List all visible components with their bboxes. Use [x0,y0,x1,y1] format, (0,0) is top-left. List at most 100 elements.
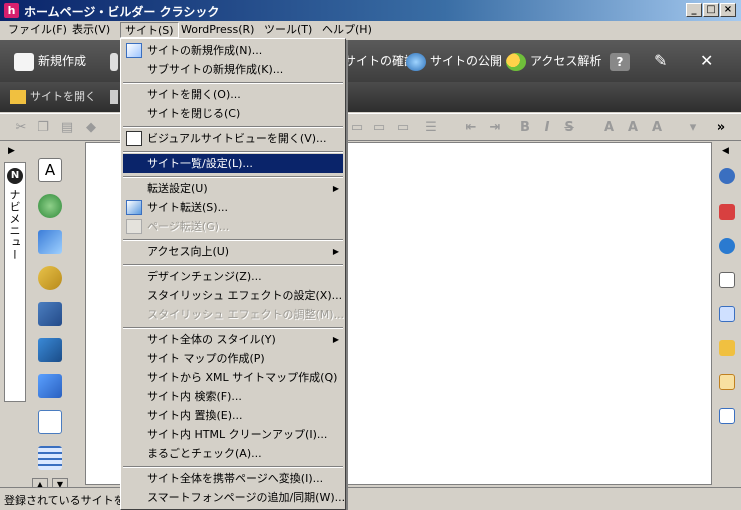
align-center-icon[interactable]: ▭ [372,121,386,135]
menu-item-site-search[interactable]: サイト内 検索(F)... [123,387,343,406]
menu-item-transfer-settings[interactable]: 転送設定(U) ▶ [123,179,343,198]
image-icon[interactable] [38,338,62,362]
settings-button[interactable]: ✎ [654,50,667,72]
open-site-button[interactable]: サイトを開く [10,88,96,106]
menu-item-site-style[interactable]: サイト全体の スタイル(Y) ▶ [123,330,343,349]
menu-item-site-replace[interactable]: サイト内 置換(E)... [123,406,343,425]
font-smaller-icon[interactable]: A [626,121,640,135]
menu-site[interactable]: サイト(S) [120,22,179,38]
align-icon[interactable]: ▭ [350,121,364,135]
close-panel-button[interactable]: ✕ [700,50,713,72]
minimize-button[interactable]: _ [686,3,702,17]
menu-item-smartphone-sync[interactable]: スマートフォンページの追加/同期(W)... [123,488,345,507]
folder-icon[interactable] [719,340,735,356]
globe-icon [406,52,426,71]
help-icon[interactable] [719,168,735,184]
site-publish-button[interactable]: サイトの公開 [406,50,502,72]
italic-button[interactable]: I [540,121,554,135]
menu-item-mobile-convert[interactable]: サイト全体を携帯ページへ変換(I)... [123,469,343,488]
menu-item-site-transfer[interactable]: サイト転送(S)... [123,198,343,217]
font-color-icon[interactable]: A [650,121,664,135]
maximize-button[interactable]: □ [703,3,719,17]
cut-icon[interactable]: ✂ [14,121,28,135]
left-pane: ▶ N ナビメニュー A ▲ ▼ [0,142,85,492]
navi-menu-tab[interactable]: N ナビメニュー [4,162,26,402]
strike-button[interactable]: S [562,121,576,135]
menu-help[interactable]: ヘルプ(H) [318,22,376,38]
font-bigger-icon[interactable]: A [602,121,616,135]
collapse-left-icon[interactable]: ◀ [722,146,729,156]
new-site-icon [126,43,142,58]
menu-item-full-check[interactable]: まるごとチェック(A)... [123,444,343,463]
menu-file[interactable]: ファイル(F) [4,22,71,38]
parts-icon[interactable] [38,374,62,398]
help-icon: ? [610,52,630,71]
transfer-icon [126,200,142,215]
close-button[interactable]: × [720,3,736,17]
link-icon[interactable] [38,266,62,290]
submenu-arrow-icon: ▶ [332,184,339,193]
close-icon: ✕ [700,51,714,70]
text-tool-icon[interactable]: A [38,158,62,182]
sub-icon-button[interactable] [110,88,118,106]
menu-item-close-site[interactable]: サイトを閉じる(C) [123,104,343,123]
format-toolbar: ✂ ❐ ▤ ◆ ▭ ▭ ▭ ☰ ⇤ ⇥ B I S A A A ▾ » [0,113,741,141]
bold-button[interactable]: B [518,121,532,135]
menu-bar: ファイル(F) 表示(V) サイト(S) WordPress(R) ツール(T)… [0,21,741,39]
menu-item-new-subsite[interactable]: サブサイトの新規作成(K)... [123,60,343,79]
indent-icon[interactable]: ⇤ [464,121,478,135]
menu-item-new-site[interactable]: サイトの新規作成(N)... [123,41,343,60]
menu-separator [123,239,343,241]
menu-separator [123,151,343,153]
collapse-arrow-icon[interactable]: ▶ [8,146,15,156]
script-icon[interactable] [719,374,735,390]
menu-separator [123,327,343,329]
title-bar: h ホームページ・ビルダー クラシック _ □ × [0,0,741,21]
list-icon[interactable]: ☰ [424,121,438,135]
menu-item-html-cleanup[interactable]: サイト内 HTML クリーンアップ(I)... [123,425,343,444]
copy-icon[interactable]: ❐ [36,121,50,135]
menu-view[interactable]: 表示(V) [68,22,114,38]
menu-separator [123,176,343,178]
code-icon[interactable] [719,408,735,424]
menu-item-access-improve[interactable]: アクセス向上(U) ▶ [123,242,343,261]
layout-icon[interactable] [38,410,62,434]
toolbar-dropdown-icon[interactable]: ▾ [686,121,700,135]
menu-separator [123,264,343,266]
copy-panel-icon[interactable] [719,272,735,288]
movie-icon[interactable] [38,302,62,326]
menu-separator [123,126,343,128]
help-button[interactable]: ? [610,50,634,72]
menu-tools[interactable]: ツール(T) [260,22,316,38]
site-menu-dropdown: サイトの新規作成(N)... サブサイトの新規作成(K)... サイトを開く(O… [120,38,346,510]
toolbar-more-icon[interactable]: » [714,121,728,135]
analytics-icon [506,52,526,71]
window-title: ホームページ・ビルダー クラシック [24,5,220,19]
align-right-icon[interactable]: ▭ [396,121,410,135]
table-icon[interactable] [38,446,62,470]
menu-item-xml-sitemap[interactable]: サイトから XML サイトマップ作成(Q) [123,368,343,387]
new-button[interactable]: 新規作成 [14,50,86,72]
menu-item-site-list[interactable]: サイト一覧/設定(L)... [123,154,343,173]
eraser-icon[interactable]: ◆ [84,121,98,135]
wordpress-icon[interactable] [719,238,735,254]
app-icon: h [4,3,19,18]
menu-item-stylish-effect-settings[interactable]: スタイリッシュ エフェクトの設定(X)... [123,286,343,305]
access-analysis-button[interactable]: アクセス解析 [506,50,601,72]
site-map-icon[interactable] [719,306,735,322]
page-transfer-icon [126,219,142,234]
insert-icon[interactable] [719,204,735,220]
menu-item-open-site[interactable]: サイトを開く(O)... [123,85,343,104]
menu-item-site-map[interactable]: サイト マップの作成(P) [123,349,343,368]
menu-separator [123,466,343,468]
text-art-icon[interactable] [38,230,62,254]
menu-separator [123,82,343,84]
menu-item-design-change[interactable]: デザインチェンジ(Z)... [123,267,343,286]
menu-item-visual-site-view[interactable]: ビジュアルサイトビューを開く(V)... [123,129,343,148]
status-bar: 登録されているサイトを一 [0,487,741,510]
paste-icon[interactable]: ▤ [60,121,74,135]
menu-item-stylish-effect-adjust: スタイリッシュ エフェクトの調整(M)... [147,308,345,321]
menu-wordpress[interactable]: WordPress(R) [177,22,258,38]
outdent-icon[interactable]: ⇥ [488,121,502,135]
people-icon[interactable] [38,194,62,218]
